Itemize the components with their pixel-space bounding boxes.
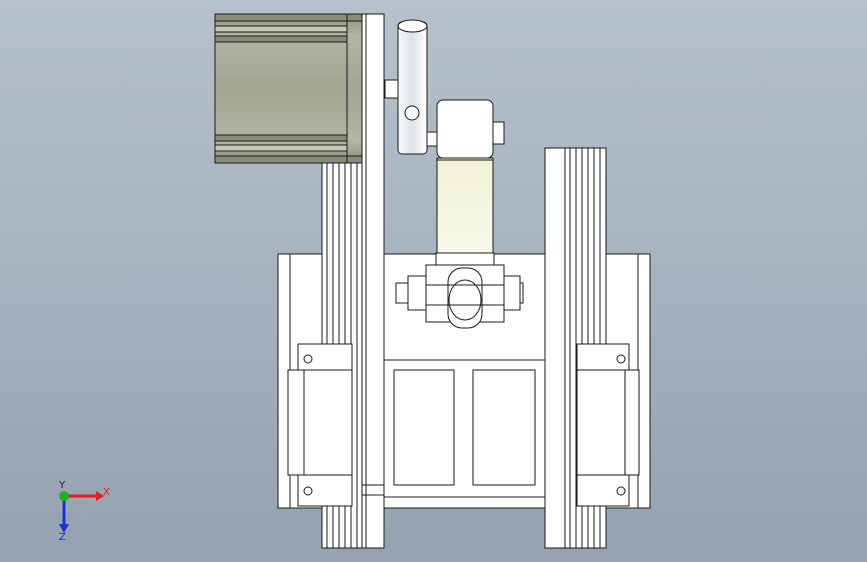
servo-motor[interactable] xyxy=(214,13,363,164)
coordinate-triad-icon xyxy=(59,491,104,533)
cad-assembly-drawing[interactable] xyxy=(0,0,867,562)
y-axis-label: Y xyxy=(59,480,66,491)
coordinate-triad: X Y Z xyxy=(44,478,124,548)
x-axis-label: X xyxy=(103,487,110,498)
z-axis-label: Z xyxy=(59,532,66,543)
connecting-link[interactable] xyxy=(436,99,505,254)
mounting-plate[interactable] xyxy=(361,13,385,549)
y-axis-dot xyxy=(59,491,69,501)
slide-carriage-left[interactable] xyxy=(287,343,353,507)
cad-viewport[interactable]: X Y Z xyxy=(0,0,867,562)
crank-arm[interactable] xyxy=(384,19,438,155)
